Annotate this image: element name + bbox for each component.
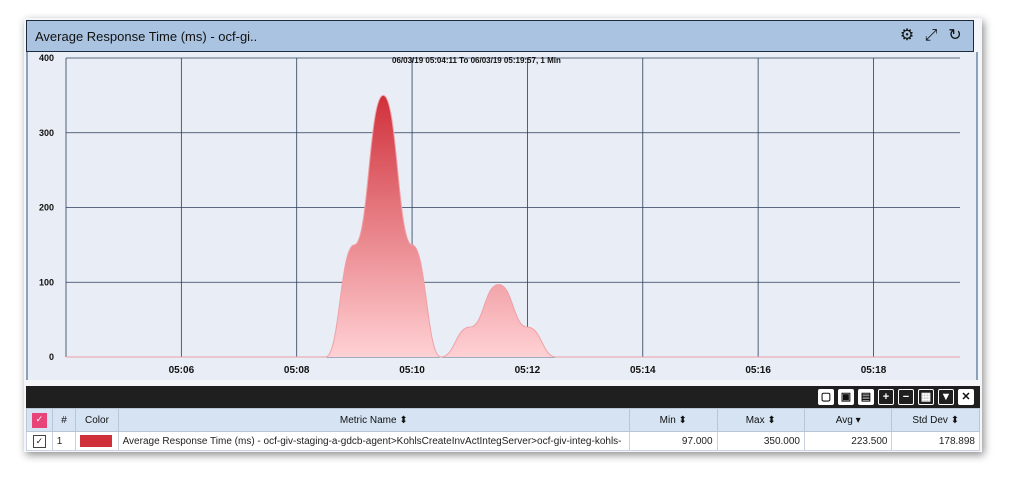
row-metric-name: Average Response Time (ms) - ocf-giv-sta…	[117, 431, 631, 451]
x-tick-label: 05:08	[284, 365, 310, 376]
row-max: 350.000	[716, 431, 805, 451]
close-icon[interactable]: ✕	[958, 389, 974, 405]
color-swatch	[80, 435, 113, 447]
chart-area: 0 100 200 300 400 05:06 05:08 05:10 05:12 05:14 05…	[26, 52, 978, 380]
row-num: 1	[51, 431, 77, 451]
col-color[interactable]: Color	[75, 408, 119, 432]
refresh-icon[interactable]: ↻	[947, 27, 963, 45]
minus-icon[interactable]: −	[898, 389, 914, 405]
table-toolbar: ▢ ▣ ▤ + − ▦ ▼ ✕	[26, 386, 980, 408]
table-row[interactable]: ✓ 1 Average Response Time (ms) - ocf-giv…	[26, 431, 980, 451]
col-std-dev[interactable]: Std Dev ⬍	[891, 408, 980, 432]
area-chart: 0 100 200 300 400 05:06 05:08 05:10 05:12 05:14 05…	[39, 53, 960, 376]
export-icon[interactable]: ▤	[858, 389, 874, 405]
y-tick-label: 200	[39, 203, 54, 213]
filter-icon[interactable]: ▼	[938, 389, 954, 405]
col-avg[interactable]: Avg ▾	[803, 408, 893, 432]
row-avg: 223.500	[803, 431, 893, 451]
metrics-table: ✓ # Color Metric Name ⬍ Min ⬍ Max ⬍ Avg …	[26, 408, 980, 451]
x-tick-label: 05:06	[169, 365, 195, 376]
y-tick-label: 300	[39, 128, 54, 138]
collapse-icon[interactable]: ⤢	[923, 27, 939, 45]
pdf-icon[interactable]: ▢	[818, 389, 834, 405]
col-max[interactable]: Max ⬍	[716, 408, 805, 432]
x-tick-label: 05:10	[399, 365, 425, 376]
x-tick-label: 05:14	[630, 365, 656, 376]
select-all-checkbox[interactable]: ✓	[26, 408, 53, 432]
col-metric-name[interactable]: Metric Name ⬍	[117, 408, 631, 432]
x-tick-label: 05:12	[515, 365, 541, 376]
plus-icon[interactable]: +	[878, 389, 894, 405]
time-range-label: 06/03/19 05:04:11 To 06/03/19 05:19:57, …	[392, 56, 561, 65]
gear-icon[interactable]: ⚙	[899, 27, 915, 45]
excel-icon[interactable]: ▣	[838, 389, 854, 405]
col-num[interactable]: #	[51, 408, 77, 432]
x-tick-label: 05:16	[745, 365, 771, 376]
series-area	[66, 95, 960, 357]
row-min: 97.000	[629, 431, 718, 451]
x-tick-label: 05:18	[861, 365, 887, 376]
row-std-dev: 178.898	[891, 431, 980, 451]
y-tick-label: 400	[39, 53, 54, 63]
panel-header: Average Response Time (ms) - ocf-gi.. ⚙ …	[26, 20, 974, 52]
header-tools: ⚙ ⤢ ↻	[899, 27, 963, 45]
y-tick-label: 0	[49, 352, 54, 362]
col-min[interactable]: Min ⬍	[629, 408, 718, 432]
grid-icon[interactable]: ▦	[918, 389, 934, 405]
chart-panel: Average Response Time (ms) - ocf-gi.. ⚙ …	[24, 18, 982, 452]
y-tick-label: 100	[39, 277, 54, 287]
panel-title: Average Response Time (ms) - ocf-gi..	[35, 29, 258, 44]
row-color	[75, 431, 119, 451]
table-header-row: ✓ # Color Metric Name ⬍ Min ⬍ Max ⬍ Avg …	[26, 408, 980, 432]
row-checkbox[interactable]: ✓	[26, 431, 53, 451]
